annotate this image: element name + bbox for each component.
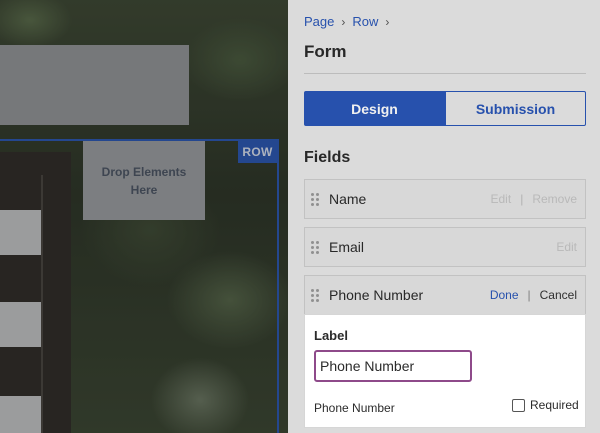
action-separator: | bbox=[527, 288, 531, 302]
field-label: Email bbox=[329, 239, 365, 255]
breadcrumb-row[interactable]: Row bbox=[352, 14, 378, 29]
field-actions: Edit | Remove bbox=[491, 192, 578, 206]
chevron-right-icon: › bbox=[385, 14, 390, 29]
field-row-name: Name Edit | Remove bbox=[304, 179, 586, 219]
required-toggle[interactable]: Required bbox=[512, 398, 579, 412]
breadcrumb-page[interactable]: Page bbox=[304, 14, 334, 29]
tab-design[interactable]: Design bbox=[304, 91, 445, 126]
chevron-right-icon: › bbox=[341, 14, 346, 29]
field-label: Phone Number bbox=[329, 287, 424, 303]
done-button[interactable]: Done bbox=[490, 288, 519, 302]
divider bbox=[304, 73, 586, 74]
required-checkbox[interactable] bbox=[512, 398, 525, 412]
builder-canvas: ROW Drop Elements Here bbox=[0, 0, 288, 433]
required-label: Required bbox=[530, 398, 579, 412]
label-input[interactable] bbox=[314, 350, 472, 382]
action-separator: | bbox=[520, 192, 524, 206]
settings-panel: Page › Row › Form Design Submission Fiel… bbox=[288, 0, 600, 433]
panel-title: Form bbox=[304, 42, 347, 61]
field-actions: Done | Cancel bbox=[490, 288, 577, 302]
breadcrumb: Page › Row › bbox=[304, 14, 389, 29]
remove-button[interactable]: Remove bbox=[532, 192, 577, 206]
canvas-overlay bbox=[0, 0, 288, 433]
drag-handle-icon[interactable] bbox=[311, 191, 321, 207]
field-editor: Label Phone Number Required bbox=[304, 314, 586, 428]
fields-heading: Fields bbox=[304, 149, 351, 166]
label-heading: Label bbox=[314, 328, 348, 343]
field-preview-label: Phone Number bbox=[314, 401, 395, 415]
edit-button[interactable]: Edit bbox=[556, 240, 577, 254]
cancel-button[interactable]: Cancel bbox=[540, 288, 577, 302]
drag-handle-icon[interactable] bbox=[311, 287, 321, 303]
field-actions: Edit bbox=[556, 240, 577, 254]
field-label: Name bbox=[329, 191, 367, 207]
field-row-email: Email Edit bbox=[304, 227, 586, 267]
tab-bar: Design Submission bbox=[304, 91, 586, 126]
edit-button[interactable]: Edit bbox=[491, 192, 512, 206]
tab-submission[interactable]: Submission bbox=[445, 91, 586, 126]
drag-handle-icon[interactable] bbox=[311, 239, 321, 255]
field-row-phone: Phone Number Done | Cancel bbox=[304, 275, 586, 315]
